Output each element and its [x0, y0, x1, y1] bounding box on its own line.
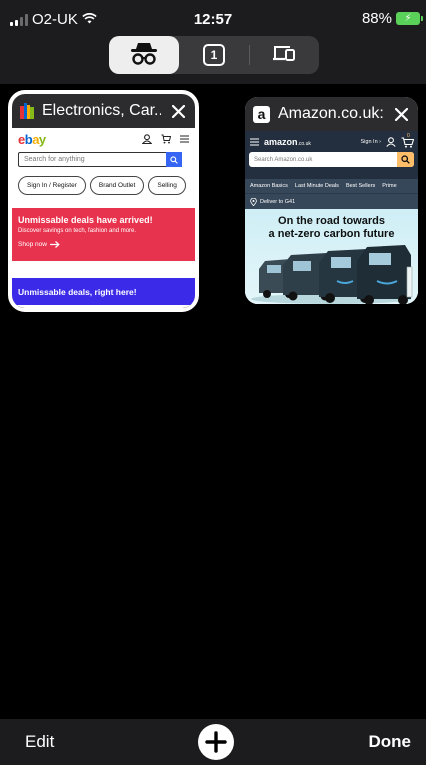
incognito-icon — [129, 40, 159, 71]
account-icon — [142, 134, 152, 144]
arrow-right-icon — [49, 241, 60, 248]
amazon-logo: amazon.co.uk — [264, 137, 311, 147]
plus-icon — [205, 731, 227, 753]
delivery-vans-image — [251, 245, 413, 304]
done-button[interactable]: Done — [369, 732, 412, 752]
search-icon — [166, 152, 182, 167]
tab-card-amazon[interactable]: a Amazon.co.uk:... amazon.co.uk Sign In … — [245, 97, 418, 304]
pill-sign-in: Sign In / Register — [18, 176, 86, 195]
ebay-deals-strip: Unmissable deals, right here! — [12, 278, 195, 305]
menu-icon — [250, 138, 259, 146]
amazon-nav-row: Amazon Basics Last Minute Deals Best Sel… — [245, 179, 418, 193]
ebay-search-placeholder: Search for anything — [24, 156, 85, 163]
regular-tabs-segment[interactable]: 1 — [179, 36, 249, 74]
amazon-favicon: a — [253, 105, 270, 123]
battery-percent: 88% — [361, 10, 392, 27]
status-bar: O2-UK 12:57 88% ⚡ — [0, 0, 426, 36]
amazon-deliver-to: Deliver to G41 — [245, 193, 418, 209]
tab-title: Electronics, Car... — [42, 102, 161, 119]
amazon-search-bar: Search Amazon.co.uk — [249, 152, 414, 167]
tab-card-ebay[interactable]: Electronics, Car... ebay Search for anyt… — [8, 90, 199, 312]
tab-header: Electronics, Car... — [12, 94, 195, 128]
cart-icon: 0 — [401, 133, 414, 148]
tab-title: Amazon.co.uk:... — [278, 105, 384, 122]
close-tab-button[interactable] — [392, 105, 410, 123]
bottom-toolbar: Edit Done — [0, 719, 426, 765]
tab-count: 1 — [210, 48, 218, 62]
edit-button[interactable]: Edit — [25, 732, 54, 752]
cart-icon — [161, 134, 171, 144]
deliver-to-label: Deliver to G41 — [260, 198, 296, 205]
nav-last-minute-deals: Last Minute Deals — [294, 183, 339, 189]
recent-tabs-segment[interactable] — [249, 36, 319, 74]
menu-icon — [180, 135, 189, 143]
tab-preview-ebay: ebay Search for anything Sign In / Regis… — [12, 128, 195, 305]
close-icon — [394, 107, 408, 121]
banner-cta-label: Shop now — [18, 241, 47, 248]
ebay-header: ebay — [12, 128, 195, 150]
pill-selling: Selling — [148, 176, 186, 195]
amazon-search-placeholder: Search Amazon.co.uk — [254, 156, 313, 163]
nav-amazon-basics: Amazon Basics — [250, 183, 288, 189]
close-icon — [171, 104, 185, 118]
tab-switcher-header: 1 — [0, 36, 426, 84]
banner-cta: Shop now — [18, 241, 189, 248]
ebay-pill-row: Sign In / Register Brand Outlet Selling — [18, 176, 186, 195]
nav-best-sellers: Best Sellers — [345, 183, 376, 189]
tab-preview-amazon: amazon.co.uk Sign In › 0 Search Amazon.c… — [245, 131, 418, 304]
amazon-signin: Sign In › — [360, 139, 381, 145]
banner-subtext: Discover savings on tech, fashion and mo… — [18, 228, 137, 234]
ebay-search-bar: Search for anything — [18, 152, 182, 167]
ebay-promo-banner: Unmissable deals have arrived! Discover … — [12, 208, 195, 261]
cart-count: 0 — [407, 132, 410, 139]
tab-count-icon: 1 — [203, 44, 225, 66]
account-icon — [386, 137, 396, 147]
amazon-hero-banner: On the road towards a net-zero carbon fu… — [245, 209, 418, 304]
devices-icon — [272, 44, 296, 67]
pill-brand-outlet: Brand Outlet — [89, 176, 145, 195]
incognito-tabs-segment[interactable] — [109, 36, 179, 74]
close-tab-button[interactable] — [169, 102, 187, 120]
search-icon — [397, 152, 414, 167]
tab-header: a Amazon.co.uk:... — [245, 97, 418, 131]
ebay-logo: ebay — [18, 131, 46, 147]
location-pin-icon — [250, 197, 257, 206]
status-right: 88% ⚡ — [361, 10, 423, 27]
nav-prime: Prime — [382, 183, 397, 189]
battery-icon: ⚡ — [396, 12, 423, 25]
amazon-header: amazon.co.uk Sign In › 0 Search Amazon.c… — [245, 131, 418, 179]
ebay-favicon — [20, 103, 34, 119]
banner-heading: Unmissable deals have arrived! — [18, 215, 153, 225]
new-tab-button[interactable] — [198, 724, 234, 760]
tab-mode-switcher: 1 — [109, 36, 319, 74]
